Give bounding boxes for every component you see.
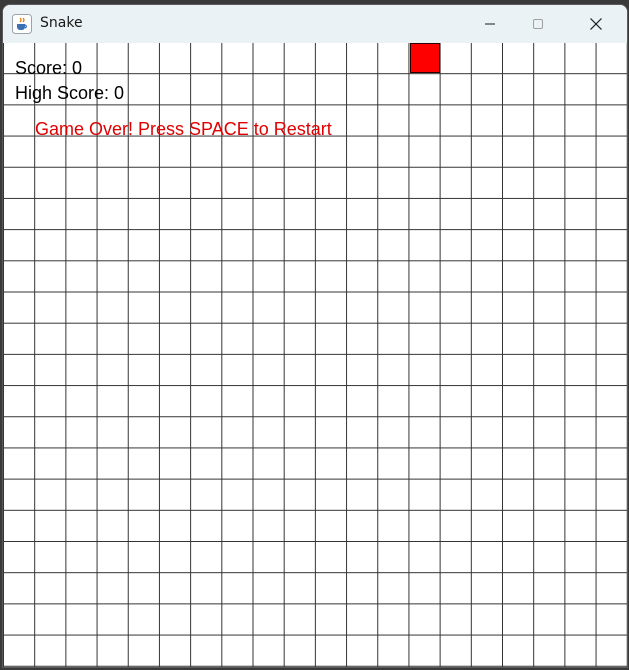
score-label: Score: 0	[15, 58, 83, 78]
java-coffee-cup-icon[interactable]	[12, 14, 32, 34]
minimize-icon	[485, 23, 495, 25]
close-button[interactable]	[573, 5, 619, 43]
minimize-button[interactable]	[467, 5, 513, 43]
snake-window: Snake Score: 0 High Score: 0 Game Over! …	[2, 4, 628, 668]
maximize-button[interactable]	[515, 5, 561, 43]
title-bar[interactable]: Snake	[3, 5, 627, 43]
high-score-label: High Score: 0	[15, 83, 125, 103]
food-cell	[410, 43, 440, 73]
game-board[interactable]: Score: 0 High Score: 0 Game Over! Press …	[3, 43, 627, 667]
maximize-icon	[533, 19, 543, 29]
close-icon	[590, 18, 602, 30]
window-title: Snake	[40, 15, 83, 31]
game-over-message: Game Over! Press SPACE to Restart	[35, 119, 332, 139]
